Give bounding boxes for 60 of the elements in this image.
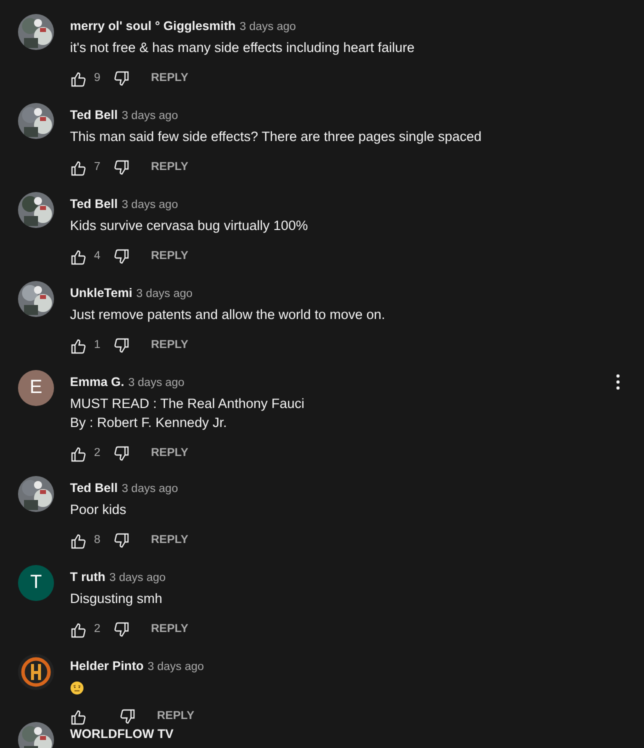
author-name[interactable]: T ruth	[70, 570, 106, 584]
avatar[interactable]: T	[18, 565, 54, 601]
like-count: 8	[94, 533, 102, 548]
dislike-icon[interactable]	[114, 160, 130, 176]
timestamp[interactable]: 3 days ago	[148, 661, 204, 673]
like-icon[interactable]	[70, 338, 86, 354]
reply-button[interactable]: REPLY	[151, 159, 188, 177]
comment-text: Just remove patents and allow the world to move on.	[70, 306, 386, 324]
author-name[interactable]: Helder Pinto	[70, 659, 144, 673]
like-icon[interactable]	[70, 160, 86, 176]
dislike-icon[interactable]	[114, 338, 130, 354]
timestamp[interactable]: 3 days ago	[128, 377, 184, 389]
dislike-icon[interactable]	[120, 709, 136, 725]
timestamp[interactable]: 3 days ago	[240, 21, 296, 33]
comment-text: MUST READ : The Real Anthony Fauci	[70, 395, 304, 413]
dislike-icon[interactable]	[114, 446, 130, 462]
like-icon[interactable]	[70, 709, 86, 725]
reply-button[interactable]: REPLY	[151, 532, 188, 550]
reply-button[interactable]: REPLY	[151, 248, 188, 266]
author-name[interactable]: Emma G.	[70, 375, 124, 389]
reply-button[interactable]: REPLY	[151, 445, 188, 463]
reply-button[interactable]: REPLY	[157, 708, 194, 726]
dislike-icon[interactable]	[114, 71, 130, 87]
dislike-icon[interactable]	[114, 533, 130, 549]
comment-text: By : Robert F. Kennedy Jr.	[70, 414, 228, 432]
timestamp[interactable]: 3 days ago	[109, 572, 166, 584]
like-icon[interactable]	[70, 249, 86, 265]
dislike-icon[interactable]	[114, 249, 130, 265]
timestamp[interactable]: 3 days ago	[136, 288, 193, 300]
comment-text: This man said few side effects? There are three pages single spaced	[70, 128, 482, 146]
comment-text: Kids survive cervasa bug virtually 100%	[70, 217, 308, 235]
avatar[interactable]: E	[18, 370, 54, 406]
like-icon[interactable]	[70, 446, 86, 462]
like-count: 1	[94, 338, 102, 354]
like-count: 2	[94, 446, 102, 462]
like-count: 7	[94, 160, 102, 176]
author-name[interactable]: Ted Bell	[70, 481, 118, 495]
more-options-icon[interactable]	[616, 374, 620, 390]
author-name[interactable]: WORLDFLOW TV	[70, 727, 174, 741]
emoji-icon	[70, 681, 84, 695]
timestamp[interactable]: 3 days ago	[122, 110, 178, 122]
comment-text: Poor kids	[70, 501, 128, 519]
comment-text: Disgusting smh	[70, 590, 164, 608]
dislike-icon[interactable]	[114, 622, 130, 638]
like-icon[interactable]	[70, 533, 86, 549]
comment-text: it's not free & has many side effects including heart failure	[70, 39, 415, 57]
like-count: 4	[94, 249, 102, 264]
like-count: 2	[94, 622, 102, 638]
like-icon[interactable]	[70, 71, 86, 87]
like-icon[interactable]	[70, 622, 86, 638]
author-name[interactable]: merry ol' soul ° Gigglesmith	[70, 19, 236, 33]
author-name[interactable]: Ted Bell	[70, 108, 118, 122]
author-name[interactable]: Ted Bell	[70, 197, 118, 211]
reply-button[interactable]: REPLY	[151, 621, 188, 639]
reply-button[interactable]: REPLY	[151, 70, 188, 88]
timestamp[interactable]: 3 days ago	[122, 483, 178, 495]
like-count: 9	[94, 71, 102, 86]
timestamp[interactable]: 3 days ago	[122, 199, 178, 211]
reply-button[interactable]: REPLY	[151, 337, 188, 355]
author-name[interactable]: UnkleTemi	[70, 286, 132, 300]
